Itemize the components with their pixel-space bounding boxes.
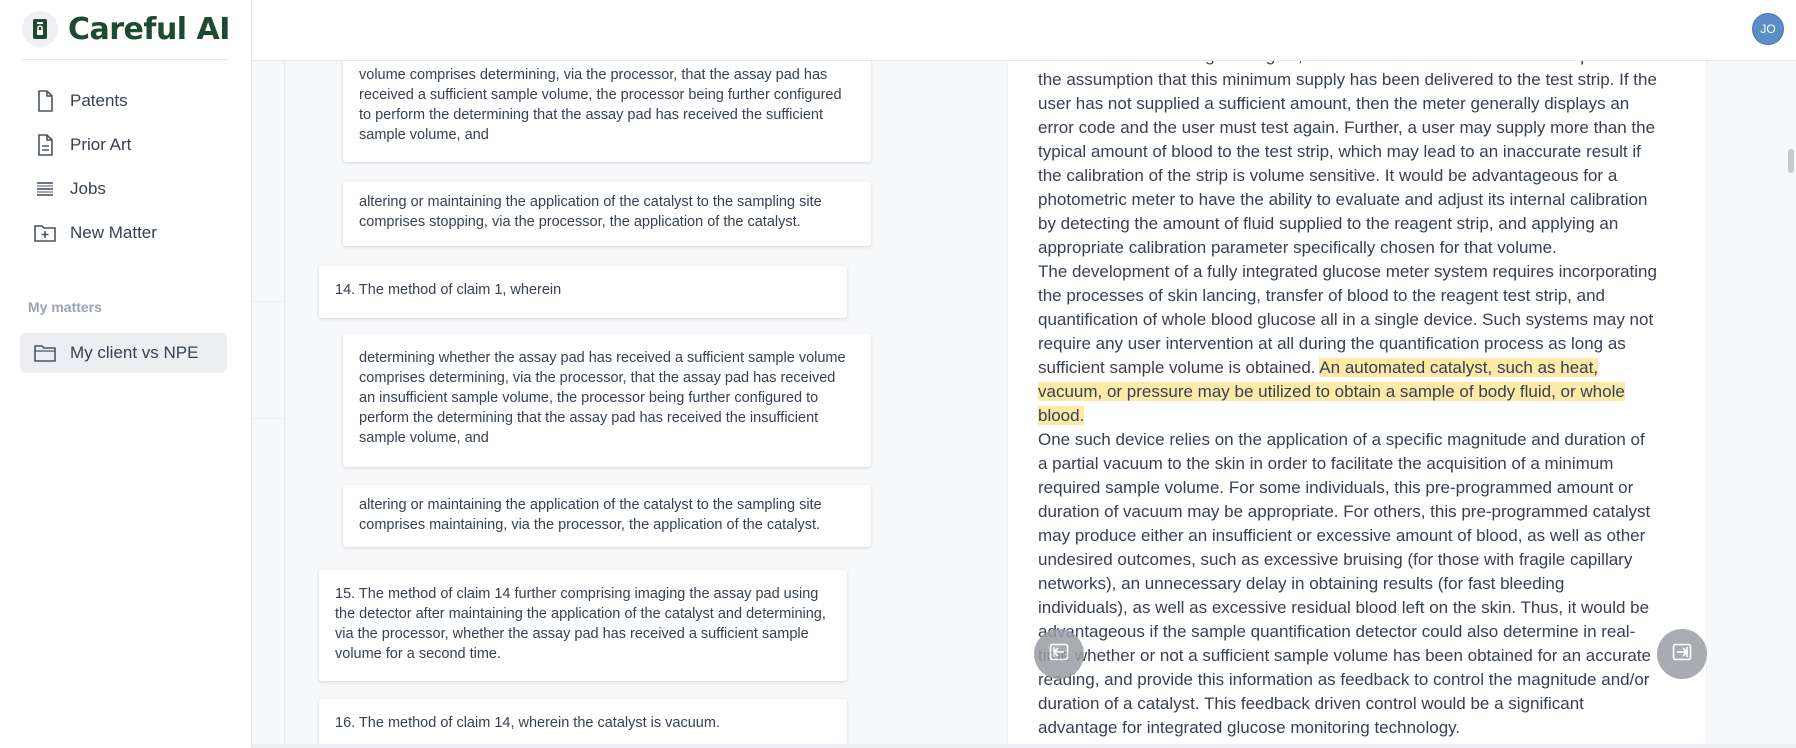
main-content: volume comprises determining, via the pr… — [252, 61, 1796, 748]
claim-card[interactable]: 16. The method of claim 14, wherein the … — [319, 699, 847, 748]
bottom-border — [252, 744, 1796, 748]
document-paragraph: The development of a fully integrated gl… — [1038, 260, 1658, 428]
claim-card[interactable]: 14. The method of claim 1, wherein — [319, 266, 847, 318]
claim-card[interactable]: volume comprises determining, via the pr… — [343, 61, 871, 162]
claim-card[interactable]: 15. The method of claim 14 further compr… — [319, 570, 847, 681]
matter-item-my-client-vs-npe[interactable]: My client vs NPE — [20, 333, 227, 373]
list-icon — [34, 178, 56, 200]
claim-card[interactable]: altering or maintaining the application … — [343, 485, 871, 547]
previous-button[interactable] — [1034, 629, 1084, 679]
document-icon — [34, 90, 56, 112]
folder-icon — [34, 342, 56, 364]
sidebar-item-jobs[interactable]: Jobs — [20, 169, 227, 209]
scrollbar[interactable] — [1784, 61, 1796, 748]
arrow-right-icon — [1672, 642, 1692, 667]
collapsed-panel — [252, 301, 285, 419]
divider — [22, 59, 228, 60]
claim-text: altering or maintaining the application … — [359, 497, 822, 533]
sidebar-item-label: New Matter — [70, 223, 157, 242]
sidebar-item-label: Prior Art — [70, 135, 132, 154]
next-button[interactable] — [1657, 629, 1707, 679]
sidebar-item-prior-art[interactable]: Prior Art — [20, 125, 227, 165]
sidebar-item-patents[interactable]: Patents — [20, 81, 227, 121]
arrow-left-icon — [1049, 642, 1069, 667]
avatar[interactable]: JO — [1752, 13, 1784, 45]
folder-plus-icon — [34, 222, 56, 244]
claim-text: determining whether the assay pad has re… — [359, 350, 846, 446]
scrollbar-thumb[interactable] — [1788, 149, 1794, 173]
claims-pane[interactable]: volume comprises determining, via the pr… — [284, 61, 944, 748]
document-lines-icon — [34, 134, 56, 156]
claim-text: 14. The method of claim 1, wherein — [335, 282, 562, 298]
claim-text: volume comprises determining, via the pr… — [359, 67, 842, 143]
sidebar-item-label: Jobs — [70, 179, 106, 198]
section-label-my-matters: My matters — [28, 299, 102, 315]
document-text: blood from their lancing site. Again, th… — [1038, 61, 1658, 740]
brand[interactable]: Careful AI — [22, 10, 230, 48]
matter-item-label: My client vs NPE — [70, 343, 199, 362]
claim-text: altering or maintaining the application … — [359, 194, 822, 230]
claim-card[interactable]: determining whether the assay pad has re… — [343, 334, 871, 467]
claim-card[interactable]: altering or maintaining the application … — [343, 182, 871, 246]
document-lock-icon — [22, 11, 58, 47]
claim-text: 16. The method of claim 14, wherein the … — [335, 715, 720, 731]
document-paragraph: blood from their lancing site. Again, th… — [1038, 61, 1657, 257]
document-pane[interactable]: blood from their lancing site. Again, th… — [1007, 61, 1707, 748]
top-bar: JO — [252, 0, 1796, 61]
app-name: Careful AI — [68, 11, 230, 47]
claim-text: 15. The method of claim 14 further compr… — [335, 586, 826, 662]
sidebar-item-label: Patents — [70, 91, 128, 110]
sidebar: Careful AI Patents Prior Art Jobs New Ma… — [0, 0, 252, 748]
sidebar-item-new-matter[interactable]: New Matter — [20, 213, 227, 253]
document-paragraph: One such device relies on the applicatio… — [1038, 430, 1651, 737]
